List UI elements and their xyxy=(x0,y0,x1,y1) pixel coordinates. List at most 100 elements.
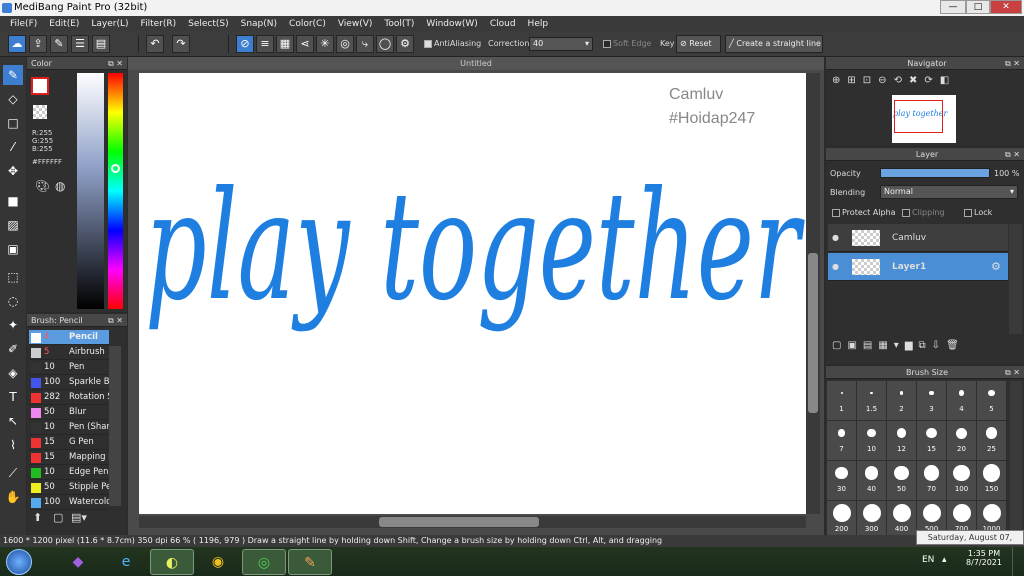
brush-size-cell[interactable]: 40 xyxy=(857,461,886,500)
layer-row[interactable]: ● Camluv xyxy=(828,224,1008,252)
correction-select[interactable]: 40 ▾ xyxy=(529,37,593,51)
select-rect-tool-icon[interactable]: ⬚ xyxy=(3,267,23,287)
move-tool-icon[interactable]: ✥ xyxy=(3,161,23,181)
duplicate-layer-icon[interactable]: ⧉ xyxy=(919,340,932,351)
navigator-controls[interactable]: ⊕⊞⊡⊖⟲✖⟳◧ xyxy=(832,75,956,86)
close-icon[interactable]: ⧉ ✕ xyxy=(108,57,123,70)
brush-add-icon[interactable]: ⬆ xyxy=(33,511,42,524)
brush-new-icon[interactable]: ▢ xyxy=(53,511,63,524)
cloud-icon[interactable]: ☁ xyxy=(8,35,26,53)
brush-size-cell[interactable]: 5 xyxy=(977,381,1006,420)
transparent-swatch[interactable] xyxy=(33,105,47,119)
select-pen-tool-icon[interactable]: ✐ xyxy=(3,339,23,359)
navigator-thumbnail[interactable]: play together xyxy=(892,95,956,143)
operation-tool-icon[interactable]: ↖ xyxy=(3,411,23,431)
menu-select[interactable]: Select(S) xyxy=(182,19,235,29)
new-halftone-layer-icon[interactable]: ▣ xyxy=(847,340,862,351)
brush-item[interactable]: 282 Rotation S xyxy=(29,390,113,405)
eye-icon[interactable]: ● xyxy=(832,233,839,242)
select-eraser-tool-icon[interactable]: ◈ xyxy=(3,363,23,383)
palette-icon[interactable]: 🎨︎ xyxy=(35,179,50,193)
brush-size-cell[interactable]: 12 xyxy=(887,421,916,460)
palette-add-icon[interactable]: ◍ xyxy=(55,179,65,193)
menu-help[interactable]: Help xyxy=(522,19,555,29)
horizontal-scrollbar[interactable] xyxy=(139,516,806,528)
brush-item[interactable]: 50 Stipple Pe xyxy=(29,480,111,495)
opacity-slider[interactable] xyxy=(880,168,990,178)
clock[interactable]: 1:35 PM 8/7/2021 xyxy=(964,549,1004,567)
merge-layer-icon[interactable]: ⇩ xyxy=(932,340,946,351)
brush-size-cell[interactable]: 30 xyxy=(827,461,856,500)
eye-icon[interactable]: ● xyxy=(832,262,839,271)
menu-layer[interactable]: Layer(L) xyxy=(85,19,134,29)
shape-tool-icon[interactable]: □ xyxy=(3,113,23,133)
menu-snap[interactable]: Snap(N) xyxy=(235,19,283,29)
lock-checkbox[interactable]: Lock xyxy=(964,208,992,217)
flip-icon[interactable]: ◧ xyxy=(940,75,956,86)
close-icon[interactable]: ⧉ ✕ xyxy=(108,314,123,327)
brush-size-cell[interactable]: 3 xyxy=(917,381,946,420)
snap-perspective-icon[interactable]: ⋖ xyxy=(296,35,314,53)
brush-item[interactable]: 50 Blur xyxy=(29,405,109,420)
visual-studio-icon[interactable]: ◆ xyxy=(56,549,100,575)
medibang-taskbar-icon[interactable]: ✎ xyxy=(288,549,332,575)
folder-icon[interactable]: ▆ xyxy=(905,340,919,351)
hue-bar[interactable] xyxy=(108,73,123,309)
layer-menu-icon[interactable]: ▦▾ xyxy=(878,340,904,351)
brush-item[interactable]: 100 Sparkle Br xyxy=(29,375,113,390)
brush-size-cell[interactable]: 10 xyxy=(857,421,886,460)
trash-icon[interactable]: 🗑︎ xyxy=(946,340,965,351)
minimize-button[interactable]: — xyxy=(940,0,966,14)
zoom-fit-icon[interactable]: ⊞ xyxy=(847,75,862,86)
navigator-viewport[interactable] xyxy=(894,100,943,133)
language-indicator[interactable]: EN xyxy=(922,555,934,565)
close-icon[interactable]: ⧉ ✕ xyxy=(1005,148,1020,161)
maximize-button[interactable]: □ xyxy=(966,0,990,14)
eyedropper-tool-icon[interactable]: ⌇ xyxy=(3,435,23,455)
divide-tool-icon[interactable]: ⟋ xyxy=(3,463,23,483)
vertical-scroll-thumb[interactable] xyxy=(808,253,818,413)
snap-circle-icon[interactable]: ◎ xyxy=(336,35,354,53)
brush-size-cell[interactable]: 100 xyxy=(947,461,976,500)
bucket-tool-icon[interactable]: ▨ xyxy=(3,215,23,235)
app-icon-1[interactable]: ◐ xyxy=(150,549,194,575)
brush-size-cell[interactable]: 50 xyxy=(887,461,916,500)
straight-line-button[interactable]: ╱ Create a straight line xyxy=(725,35,823,53)
brush-item[interactable]: 15 Mapping P xyxy=(29,450,113,465)
new-8bit-layer-icon[interactable]: ▤ xyxy=(863,340,878,351)
show-desktop-button[interactable] xyxy=(1012,547,1024,576)
brush-size-scrollbar[interactable] xyxy=(1010,381,1022,533)
magic-wand-tool-icon[interactable]: ✦ xyxy=(3,315,23,335)
menu-view[interactable]: View(V) xyxy=(332,19,379,29)
brush-tool-icon[interactable]: ✎ xyxy=(3,65,23,85)
brush-item[interactable]: 10 Pen xyxy=(29,360,109,375)
rotate-right-icon[interactable]: ⟳ xyxy=(924,75,939,86)
snap-off-icon[interactable]: ⊘ xyxy=(236,35,254,53)
snap-settings-icon[interactable]: ⚙ xyxy=(396,35,414,53)
clipping-checkbox[interactable]: Clipping xyxy=(902,208,945,217)
start-icon[interactable] xyxy=(6,549,32,575)
brush-item[interactable]: 10 Pen (Shar xyxy=(29,420,110,435)
reset-view-icon[interactable]: ✖ xyxy=(909,75,924,86)
menu-file[interactable]: File(F) xyxy=(4,19,43,29)
close-icon[interactable]: ⧉ ✕ xyxy=(1005,57,1020,70)
brush-item[interactable]: 4 Pencil xyxy=(29,330,109,345)
rotate-left-icon[interactable]: ⟲ xyxy=(894,75,909,86)
brush-item[interactable]: 15 G Pen xyxy=(29,435,109,450)
brush-size-cell[interactable]: 20 xyxy=(947,421,976,460)
primary-color-swatch[interactable] xyxy=(31,77,49,95)
reset-button[interactable]: ⊘ Reset xyxy=(676,35,721,53)
brush-size-cell[interactable]: 1.5 xyxy=(857,381,886,420)
menu-edit[interactable]: Edit(E) xyxy=(43,19,85,29)
snap-radial-icon[interactable]: ✳ xyxy=(316,35,334,53)
brush-size-cell[interactable]: 150 xyxy=(977,461,1006,500)
share-icon[interactable]: ⇪ xyxy=(29,35,47,53)
brush-size-cell[interactable]: 1 xyxy=(827,381,856,420)
zoom-in-icon[interactable]: ⊕ xyxy=(832,75,847,86)
brush-item[interactable]: 100 Watercolo xyxy=(29,495,111,510)
chrome-icon[interactable]: ◉ xyxy=(196,549,240,575)
close-icon[interactable]: ⧉ ✕ xyxy=(1005,366,1020,379)
gradient-tool-icon[interactable]: ▣ xyxy=(3,239,23,259)
brush-size-cell[interactable]: 2 xyxy=(887,381,916,420)
brush-size-cell[interactable]: 4 xyxy=(947,381,976,420)
